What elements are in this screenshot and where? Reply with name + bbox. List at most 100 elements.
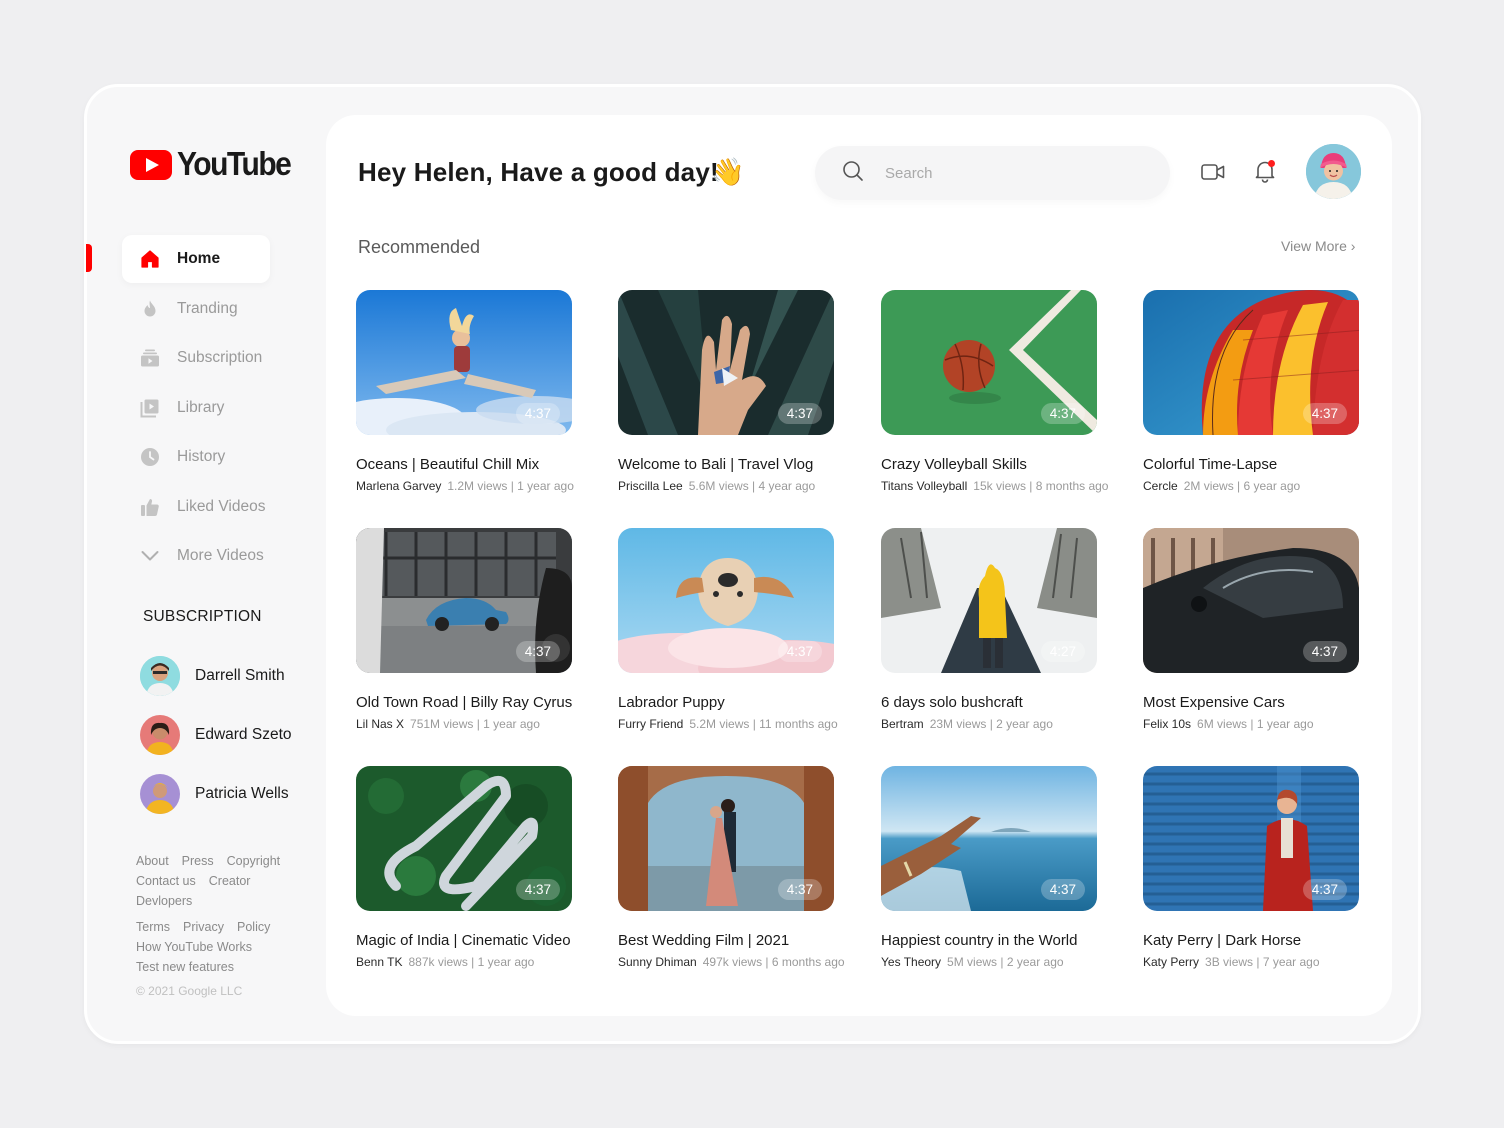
footer-link-creator[interactable]: Creator — [209, 874, 251, 888]
channel-name[interactable]: Priscilla Lee — [618, 479, 683, 493]
video-card[interactable]: 4:37 Most Expensive Cars Felix 10s 6M vie… — [1143, 528, 1383, 731]
duration-badge: 4:37 — [1302, 403, 1347, 424]
channel-name[interactable]: Lil Nas X — [356, 717, 404, 731]
sidebar-item-library[interactable]: Library — [122, 384, 282, 432]
thumbs-up-icon — [140, 497, 160, 517]
footer-link-contact[interactable]: Contact us — [136, 874, 196, 888]
channel-name[interactable]: Felix 10s — [1143, 717, 1191, 731]
logo-wordmark: YouTube — [177, 145, 292, 183]
duration-badge: 4:37 — [1040, 403, 1085, 424]
channel-name[interactable]: Marlena Garvey — [356, 479, 441, 493]
notification-dot — [1268, 160, 1275, 167]
video-title[interactable]: Oceans | Beautiful Chill Mix — [356, 456, 596, 473]
footer-links: About Press Copyright Contact us Creator De… — [136, 851, 306, 983]
video-thumbnail[interactable]: 4:37 — [618, 290, 834, 435]
clock-icon — [140, 447, 160, 467]
search-icon[interactable] — [842, 160, 864, 187]
channel-name[interactable]: Sunny Dhiman — [618, 955, 697, 969]
video-card[interactable]: 4:37 Katy Perry | Dark Horse Katy Perry 3… — [1143, 766, 1383, 969]
video-thumbnail[interactable]: 4:27 — [881, 528, 1097, 673]
copyright-text: © 2021 Google LLC — [136, 984, 243, 998]
video-card[interactable]: 4:37 Happiest country in the World Yes T… — [881, 766, 1121, 969]
footer-link-privacy[interactable]: Privacy — [183, 920, 224, 934]
duration-badge: 4:37 — [777, 403, 822, 424]
video-stats: 23M views | 2 year ago — [929, 717, 1053, 731]
channel-name[interactable]: Bertram — [881, 717, 924, 731]
channel-name[interactable]: Benn TK — [356, 955, 402, 969]
video-thumbnail[interactable]: 4:37 — [356, 528, 572, 673]
video-card[interactable]: 4:37 Crazy Volleyball Skills Titans Voll… — [881, 290, 1121, 493]
video-thumbnail[interactable]: 4:37 — [618, 528, 834, 673]
video-thumbnail[interactable]: 4:37 — [356, 290, 572, 435]
channel-name[interactable]: Titans Volleyball — [881, 479, 967, 493]
video-card[interactable]: 4:37 Oceans | Beautiful Chill Mix Marlen… — [356, 290, 596, 493]
video-stats: 887k views | 1 year ago — [408, 955, 535, 969]
duration-badge: 4:37 — [1302, 641, 1347, 662]
video-title[interactable]: Colorful Time-Lapse — [1143, 456, 1383, 473]
channel-name: Patricia Wells — [195, 785, 289, 802]
footer-link-developers[interactable]: Devlopers — [136, 894, 192, 908]
video-title[interactable]: Katy Perry | Dark Horse — [1143, 932, 1383, 949]
video-thumbnail[interactable]: 4:37 — [1143, 290, 1359, 435]
sidebar-item-label: History — [177, 448, 226, 465]
view-more-label: View More — [1281, 238, 1347, 254]
video-title[interactable]: Most Expensive Cars — [1143, 694, 1383, 711]
channel-name[interactable]: Katy Perry — [1143, 955, 1199, 969]
video-card[interactable]: 4:37 Labrador Puppy Furry Friend 5.2M vie… — [618, 528, 858, 731]
video-thumbnail[interactable]: 4:37 — [618, 766, 834, 911]
home-icon — [140, 249, 160, 269]
view-more-link[interactable]: View More › — [1281, 238, 1355, 254]
channel-name[interactable]: Yes Theory — [881, 955, 941, 969]
video-card[interactable]: 4:37 Old Town Road | Billy Ray Cyrus Lil… — [356, 528, 596, 731]
sidebar-item-history[interactable]: History — [122, 433, 282, 481]
sidebar-item-subscription[interactable]: Subscription — [122, 334, 282, 382]
video-title[interactable]: Labrador Puppy — [618, 694, 858, 711]
search-bar[interactable] — [815, 146, 1170, 200]
video-card[interactable]: 4:37 Best Wedding Film | 2021 Sunny Dhim… — [618, 766, 858, 969]
footer-link-about[interactable]: About — [136, 854, 169, 868]
wave-emoji: 👋 — [711, 157, 745, 187]
footer-link-press[interactable]: Press — [182, 854, 214, 868]
subscription-channel[interactable]: Edward Szeto — [140, 715, 292, 755]
footer-link-test-features[interactable]: Test new features — [136, 960, 234, 974]
video-thumbnail[interactable]: 4:37 — [881, 290, 1097, 435]
fire-icon — [140, 299, 160, 319]
video-stats: 751M views | 1 year ago — [410, 717, 540, 731]
video-thumbnail[interactable]: 4:37 — [356, 766, 572, 911]
subscription-channel[interactable]: Darrell Smith — [140, 656, 292, 696]
video-title[interactable]: 6 days solo bushcraft — [881, 694, 1121, 711]
video-card[interactable]: 4:37 Magic of India | Cinematic Video Be… — [356, 766, 596, 969]
video-card[interactable]: 4:37 Colorful Time-Lapse Cercle 2M views … — [1143, 290, 1383, 493]
video-camera-icon[interactable] — [1200, 159, 1226, 185]
footer-link-policy[interactable]: Policy — [237, 920, 270, 934]
chevron-right-icon: › — [1350, 238, 1356, 254]
video-stats: 2M views | 6 year ago — [1183, 479, 1301, 493]
search-input[interactable] — [885, 164, 1145, 182]
video-title[interactable]: Happiest country in the World — [881, 932, 1121, 949]
avatar[interactable] — [1306, 144, 1361, 199]
video-title[interactable]: Magic of India | Cinematic Video — [356, 932, 596, 949]
video-stats: 5.2M views | 11 months ago — [689, 717, 838, 731]
video-thumbnail[interactable]: 4:37 — [1143, 528, 1359, 673]
bell-icon[interactable] — [1252, 158, 1278, 184]
video-title[interactable]: Best Wedding Film | 2021 — [618, 932, 858, 949]
video-thumbnail[interactable]: 4:37 — [1143, 766, 1359, 911]
channel-name[interactable]: Cercle — [1143, 479, 1178, 493]
footer-link-how-youtube-works[interactable]: How YouTube Works — [136, 940, 252, 954]
subscription-channel[interactable]: Patricia Wells — [140, 774, 292, 814]
sidebar-item-liked-videos[interactable]: Liked Videos — [122, 483, 282, 531]
subscription-list: Darrell Smith Edward Szeto Patricia Well… — [140, 656, 292, 833]
channel-name[interactable]: Furry Friend — [618, 717, 683, 731]
video-card[interactable]: 4:27 6 days solo bushcraft Bertram 23M vi… — [881, 528, 1121, 731]
video-card[interactable]: 4:37 Welcome to Bali | Travel Vlog Prisc… — [618, 290, 858, 493]
sidebar-item-trending[interactable]: Tranding — [122, 285, 282, 333]
youtube-logo[interactable]: YouTube — [130, 145, 292, 183]
sidebar-item-more-videos[interactable]: More Videos — [122, 532, 282, 580]
video-title[interactable]: Crazy Volleyball Skills — [881, 456, 1121, 473]
sidebar-item-home[interactable]: Home — [122, 235, 270, 283]
footer-link-copyright[interactable]: Copyright — [227, 854, 281, 868]
footer-link-terms[interactable]: Terms — [136, 920, 170, 934]
video-thumbnail[interactable]: 4:37 — [881, 766, 1097, 911]
video-title[interactable]: Welcome to Bali | Travel Vlog — [618, 456, 858, 473]
video-title[interactable]: Old Town Road | Billy Ray Cyrus — [356, 694, 596, 711]
